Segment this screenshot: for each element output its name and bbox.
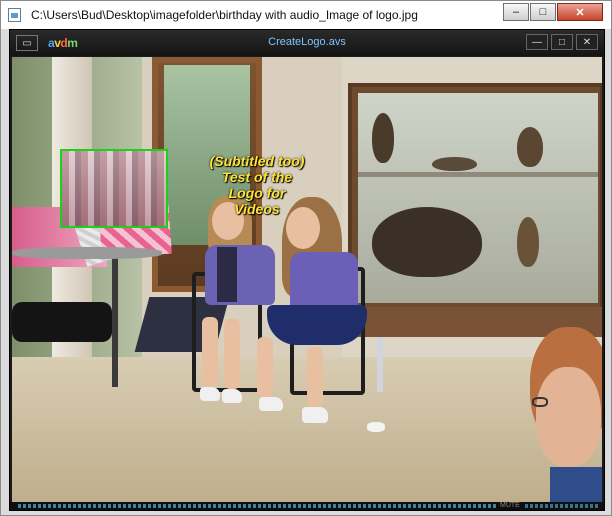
player-status-bar: MUTE xyxy=(10,502,604,510)
window-titlebar[interactable]: C:\Users\Bud\Desktop\imagefolder\birthda… xyxy=(1,1,611,29)
window-title: C:\Users\Bud\Desktop\imagefolder\birthda… xyxy=(31,8,418,22)
media-player: ▭ avdm CreateLogo.avs — □ ✕ (Subtitled t… xyxy=(9,29,605,511)
subtitle-line: Test of the xyxy=(221,169,293,185)
subtitle-line: Logo for xyxy=(228,185,286,201)
display-shelf xyxy=(358,172,598,177)
subtitle-line: (Subtitled too) xyxy=(209,153,305,169)
close-button[interactable]: ✕ xyxy=(557,3,603,21)
image-file-icon xyxy=(7,7,23,23)
window-frame: C:\Users\Bud\Desktop\imagefolder\birthda… xyxy=(0,0,612,516)
owl-specimen xyxy=(517,217,539,267)
black-bag xyxy=(12,302,112,342)
volume-bar[interactable] xyxy=(525,504,600,508)
table xyxy=(12,247,162,259)
video-frame[interactable]: (Subtitled too) Test of the Logo for Vid… xyxy=(12,57,602,502)
microphone xyxy=(377,337,383,392)
player-maximize-button[interactable]: □ xyxy=(551,34,573,50)
logo-overlay-box xyxy=(60,149,168,228)
owl-specimen xyxy=(517,127,543,167)
player-close-button[interactable]: ✕ xyxy=(576,34,598,50)
player-minimize-button[interactable]: — xyxy=(526,34,548,50)
glasses-icon xyxy=(532,397,548,407)
subtitle-line: Videos xyxy=(234,201,280,217)
mute-label[interactable]: MUTE xyxy=(500,502,520,509)
paper-scrap xyxy=(367,422,385,432)
seek-bar[interactable] xyxy=(18,504,498,508)
player-titlebar[interactable]: ▭ avdm CreateLogo.avs — □ ✕ xyxy=(10,30,604,56)
player-title: CreateLogo.avs xyxy=(268,36,346,48)
player-controls: — □ ✕ xyxy=(526,34,598,50)
person-foreground xyxy=(530,327,602,502)
window-controls: – □ ✕ xyxy=(503,3,603,21)
maximize-button[interactable]: □ xyxy=(530,3,556,21)
minimize-button[interactable]: – xyxy=(503,3,529,21)
duck-specimen xyxy=(432,157,477,171)
subtitle-overlay: (Subtitled too) Test of the Logo for Vid… xyxy=(192,153,322,217)
owl-specimen xyxy=(372,113,394,163)
turkey-specimen xyxy=(372,207,482,277)
table-leg xyxy=(112,257,118,387)
